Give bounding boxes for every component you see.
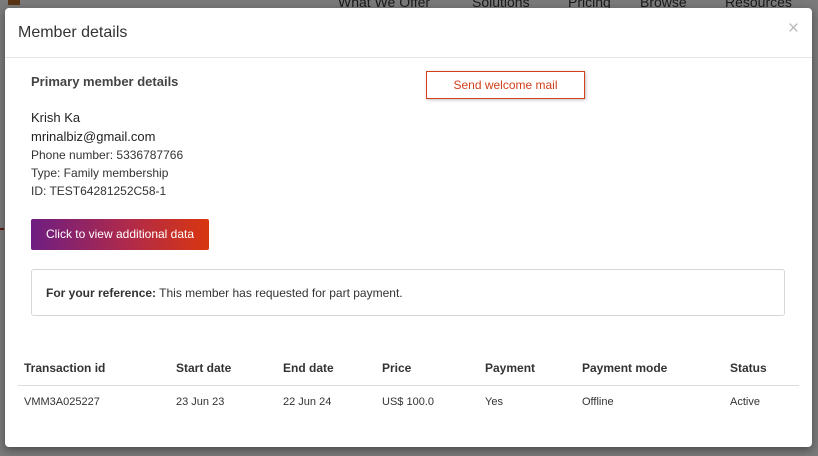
modal-header: Member details × (5, 8, 812, 58)
reference-label: For your reference: (46, 286, 157, 300)
header-end-date: End date (283, 361, 334, 375)
cell-start-date: 23 Jun 23 (176, 396, 225, 408)
header-status: Status (730, 361, 767, 375)
header-payment-mode: Payment mode (582, 361, 668, 375)
member-type: Type: Family membership (31, 166, 169, 180)
table-header-row: Transaction id Start date End date Price… (18, 351, 799, 386)
header-payment: Payment (485, 361, 536, 375)
cell-status: Active (730, 396, 760, 408)
primary-member-heading: Primary member details (31, 74, 179, 89)
cell-price: US$ 100.0 (382, 396, 434, 408)
member-id: ID: TEST64281252C58-1 (31, 184, 167, 198)
modal-title: Member details (18, 24, 128, 41)
header-price: Price (382, 361, 412, 375)
reference-message: This member has requested for part payme… (156, 286, 403, 300)
close-icon[interactable]: × (788, 19, 799, 38)
table-row: VMM3A025227 23 Jun 23 22 Jun 24 US$ 100.… (18, 386, 799, 420)
reference-text: For your reference: This member has requ… (46, 286, 403, 300)
member-email: mrinalbiz@gmail.com (31, 129, 156, 144)
cell-transaction-id: VMM3A025227 (24, 396, 100, 408)
view-additional-data-button[interactable]: Click to view additional data (31, 219, 209, 250)
transactions-table: Transaction id Start date End date Price… (18, 351, 799, 420)
cell-payment-mode: Offline (582, 396, 614, 408)
member-details-modal: Member details × Primary member details … (5, 8, 812, 447)
member-name: Krish Ka (31, 110, 81, 125)
header-start-date: Start date (176, 361, 232, 375)
header-transaction-id: Transaction id (24, 361, 106, 375)
cell-payment: Yes (485, 396, 503, 408)
send-welcome-mail-button[interactable]: Send welcome mail (426, 71, 585, 99)
reference-note: For your reference: This member has requ… (31, 269, 785, 316)
cell-end-date: 22 Jun 24 (283, 396, 332, 408)
member-phone: Phone number: 5336787766 (31, 148, 184, 162)
